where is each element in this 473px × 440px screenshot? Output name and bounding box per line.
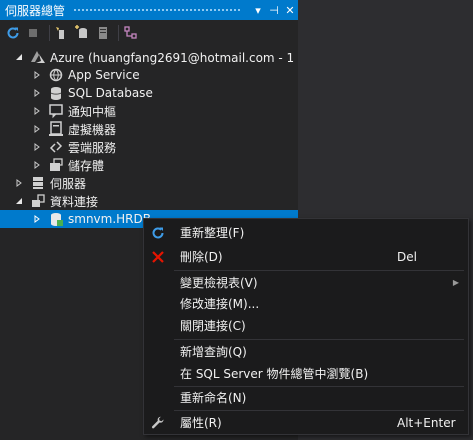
titlebar-grip[interactable] — [73, 7, 242, 13]
collapsed-arrow-icon[interactable] — [32, 160, 42, 170]
collapsed-arrow-icon[interactable] — [32, 88, 42, 98]
collapsed-arrow-icon[interactable] — [32, 214, 42, 224]
tree-item-sql-database[interactable]: SQL Database — [32, 84, 153, 102]
menu-item-shortcut: Alt+Enter — [397, 415, 456, 430]
expanded-arrow-icon[interactable] — [14, 196, 24, 206]
tree-item-storage[interactable]: 儲存體 — [32, 156, 104, 174]
menu-item-rename[interactable]: 重新命名(N) — [145, 387, 467, 408]
toolbar-separator — [118, 25, 119, 41]
tree-item-cloud-services[interactable]: 雲端服務 — [32, 138, 116, 156]
tree-item-data-connections[interactable]: 資料連接 — [14, 192, 98, 210]
menu-item-modify-connection[interactable]: 修改連接(M)... — [145, 293, 467, 314]
menu-item-label: 變更檢視表(V) — [180, 276, 258, 290]
tree-item-label: 儲存體 — [68, 158, 105, 173]
tree-item-label: 資料連接 — [50, 194, 99, 209]
autohide-pin-icon[interactable]: ⊣ — [266, 4, 282, 17]
database-icon — [48, 85, 64, 101]
server-icon — [30, 175, 46, 191]
wrench-icon — [145, 416, 171, 430]
menu-separator — [174, 410, 464, 411]
close-icon[interactable]: ✕ — [282, 4, 298, 17]
connect-azure-icon[interactable] — [54, 25, 70, 41]
database-connection-icon — [48, 211, 64, 227]
context-menu: 重新整理(F) 刪除(D) Del 變更檢視表(V) ▶ 修改連接(M)... … — [143, 218, 469, 435]
tree-item-app-service[interactable]: App Service — [32, 66, 140, 84]
tree-item-azure[interactable]: Azure (huangfang2691@hotmail.com - 1 個 — [14, 48, 310, 66]
data-connections-icon — [30, 193, 46, 209]
menu-item-label: 關閉連接(C) — [180, 319, 246, 333]
panel-title: 伺服器總管 — [5, 3, 66, 18]
delete-icon — [145, 250, 171, 263]
collapsed-arrow-icon[interactable] — [32, 124, 42, 134]
toolbar-separator — [49, 25, 50, 41]
stop-icon[interactable] — [25, 25, 41, 41]
tree-item-label: 通知中樞 — [68, 104, 117, 119]
menu-item-label: 屬性(R) — [180, 416, 222, 430]
menu-item-label: 在 SQL Server 物件總管中瀏覽(B) — [180, 367, 369, 381]
tree-item-virtual-machines[interactable]: 虛擬機器 — [32, 120, 116, 138]
menu-item-browse-in-sql-server[interactable]: 在 SQL Server 物件總管中瀏覽(B) — [145, 363, 467, 384]
menu-item-change-view[interactable]: 變更檢視表(V) ▶ — [145, 272, 467, 293]
sharepoint-icon[interactable] — [123, 25, 139, 41]
tree-item-label: 伺服器 — [50, 176, 87, 191]
virtual-machine-icon — [48, 121, 64, 137]
connect-server-icon[interactable] — [94, 25, 110, 41]
menu-item-close-connection[interactable]: 關閉連接(C) — [145, 315, 467, 336]
tree-item-servers[interactable]: 伺服器 — [14, 174, 86, 192]
panel-toolbar — [0, 20, 298, 46]
menu-separator — [174, 339, 464, 340]
menu-item-label: 修改連接(M)... — [180, 297, 260, 311]
expanded-arrow-icon[interactable] — [14, 52, 24, 62]
refresh-icon — [145, 226, 171, 240]
tree-item-notification-hub[interactable]: 通知中樞 — [32, 102, 116, 120]
collapsed-arrow-icon[interactable] — [32, 106, 42, 116]
submenu-arrow-icon: ▶ — [452, 278, 459, 287]
menu-item-label: 刪除(D) — [180, 250, 223, 264]
notification-hub-icon — [48, 103, 64, 119]
tree-item-label: SQL Database — [68, 86, 153, 100]
connect-database-icon[interactable] — [74, 25, 90, 41]
azure-icon — [30, 49, 46, 65]
storage-icon — [48, 157, 64, 173]
collapsed-arrow-icon[interactable] — [14, 178, 24, 188]
menu-item-delete[interactable]: 刪除(D) Del — [145, 246, 467, 267]
menu-separator — [174, 270, 464, 271]
refresh-icon[interactable] — [5, 25, 21, 41]
tree-item-label: App Service — [68, 68, 140, 82]
panel-titlebar: 伺服器總管 ▾ ⊣ ✕ — [0, 0, 298, 20]
menu-item-new-query[interactable]: 新增查詢(Q) — [145, 341, 467, 362]
menu-item-properties[interactable]: 屬性(R) Alt+Enter — [145, 412, 467, 433]
app-service-icon — [48, 67, 64, 83]
window-position-dropdown-icon[interactable]: ▾ — [250, 4, 266, 17]
collapsed-arrow-icon[interactable] — [32, 142, 42, 152]
tree-item-label: 虛擬機器 — [68, 122, 117, 137]
menu-item-label: 重新整理(F) — [180, 226, 245, 240]
collapsed-arrow-icon[interactable] — [32, 70, 42, 80]
menu-item-refresh[interactable]: 重新整理(F) — [145, 222, 467, 243]
menu-item-label: 新增查詢(Q) — [180, 345, 247, 359]
cloud-service-icon — [48, 139, 64, 155]
tree-item-label: 雲端服務 — [68, 140, 117, 155]
menu-item-shortcut: Del — [397, 249, 417, 264]
tree-item-label: Azure (huangfang2691@hotmail.com - 1 個 — [50, 50, 311, 65]
menu-item-label: 重新命名(N) — [180, 391, 247, 405]
